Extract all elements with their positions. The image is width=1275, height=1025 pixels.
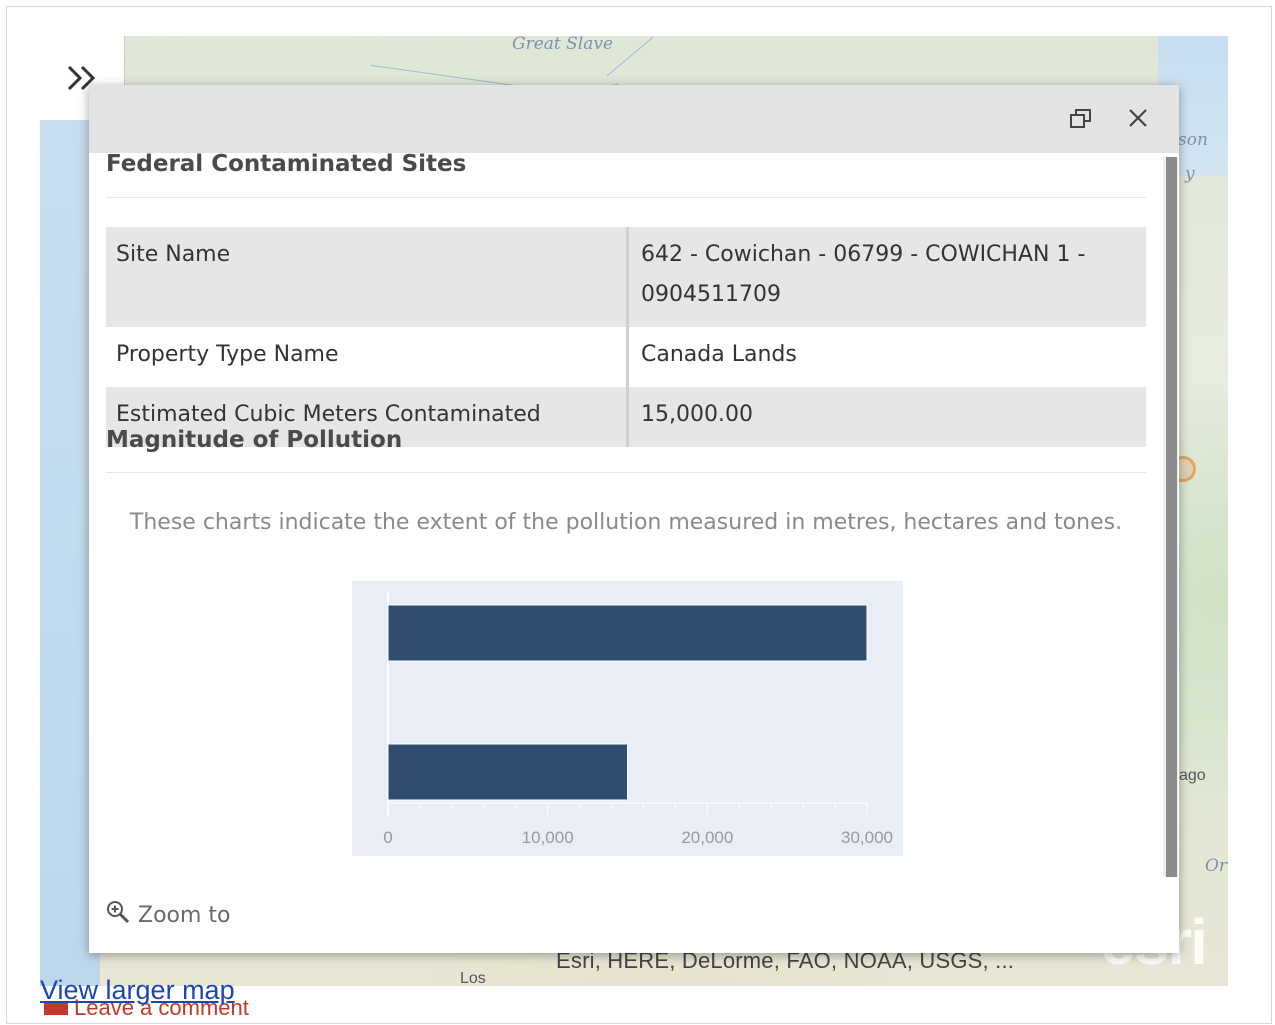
section-title-magnitude: Magnitude of Pollution xyxy=(106,427,403,453)
field-value: Canada Lands xyxy=(641,342,797,367)
chart-tick-label: 10,000 xyxy=(522,828,574,847)
divider xyxy=(106,197,1146,198)
popup-content[interactable]: Federal Contaminated Sites Site Name 642… xyxy=(89,153,1163,893)
view-larger-map-link[interactable]: View larger map xyxy=(40,975,235,1006)
field-value: 15,000.00 xyxy=(627,387,1146,447)
close-icon xyxy=(1128,108,1148,132)
popup-title: Federal Contaminated Sites xyxy=(106,153,467,177)
chart-svg: 0 10,000 20,000 30,000 xyxy=(383,591,893,847)
map-river xyxy=(606,36,654,77)
popup-header xyxy=(89,85,1179,153)
map-label-hudson-bay: y xyxy=(1185,164,1195,184)
zoom-in-icon xyxy=(106,900,138,930)
chart-bar[interactable] xyxy=(387,743,628,801)
map-label-great-slave-lake: Great Slave xyxy=(512,36,614,54)
chart-bar[interactable] xyxy=(387,604,868,662)
chart-tick-label: 0 xyxy=(383,828,392,847)
restore-window-icon xyxy=(1069,107,1093,133)
scrollbar[interactable] xyxy=(1163,157,1178,877)
pollution-bar-chart[interactable]: 0 10,000 20,000 30,000 xyxy=(352,581,903,856)
restore-button[interactable] xyxy=(1066,105,1096,135)
attribute-table: Site Name 642 - Cowichan - 06799 - COWIC… xyxy=(106,227,1146,447)
field-name: Site Name xyxy=(106,227,629,327)
field-value: 642 - Cowichan - 06799 - COWICHAN 1 - 09… xyxy=(627,227,1146,327)
chart-tick-label: 20,000 xyxy=(681,828,733,847)
popup-window: Federal Contaminated Sites Site Name 642… xyxy=(89,85,1179,953)
field-name: Property Type Name xyxy=(106,327,629,387)
zoom-to-button[interactable]: Zoom to xyxy=(106,900,231,930)
map-label-hudson: son xyxy=(1178,130,1208,150)
zoom-to-label: Zoom to xyxy=(138,902,231,928)
table-row: Property Type Name Canada Lands xyxy=(106,327,1146,387)
close-button[interactable] xyxy=(1123,105,1153,135)
divider xyxy=(106,472,1146,473)
chart-tick-label: 30,000 xyxy=(841,828,893,847)
chart-description: These charts indicate the extent of the … xyxy=(129,510,1123,535)
map-label-los: Los xyxy=(460,970,486,986)
table-row: Site Name 642 - Cowichan - 06799 - COWIC… xyxy=(106,227,1146,327)
map-label-chicago: ago xyxy=(1179,767,1206,784)
scrollbar-thumb[interactable] xyxy=(1166,157,1177,877)
map-label-ontario: Or xyxy=(1205,856,1228,876)
